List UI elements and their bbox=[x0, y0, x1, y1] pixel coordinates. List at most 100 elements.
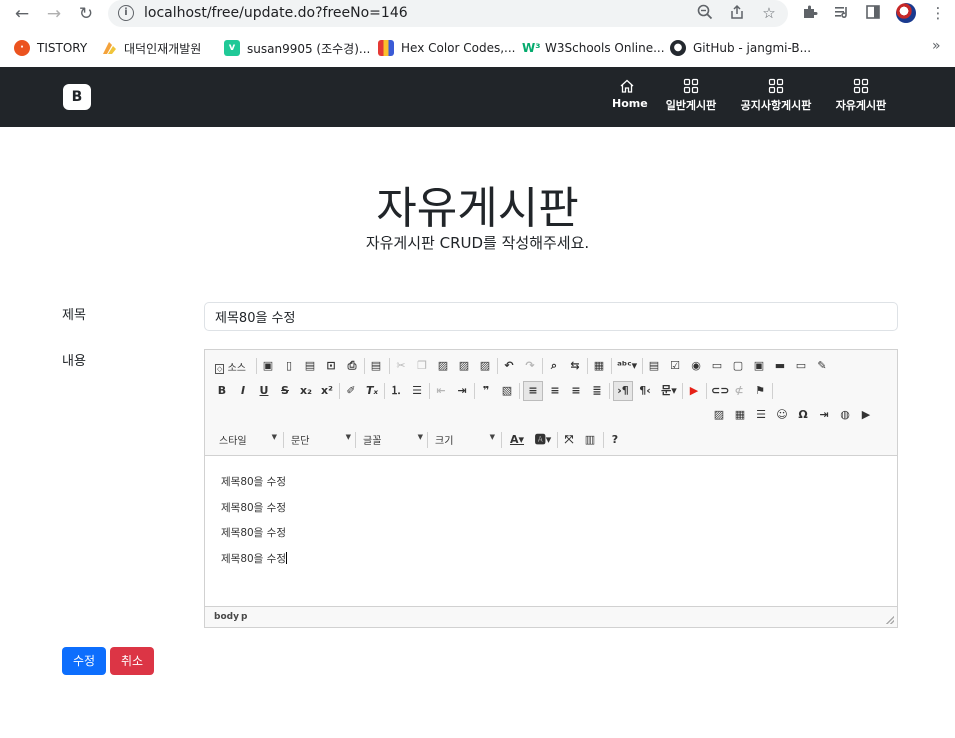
replace-icon[interactable]: ⇆ bbox=[568, 359, 582, 373]
textarea-icon[interactable]: ▢ bbox=[731, 359, 745, 373]
align-right-icon[interactable]: ≡ bbox=[569, 384, 583, 398]
source-button[interactable]: ◇ 소스 bbox=[215, 359, 246, 374]
special-char-icon[interactable]: Ω bbox=[796, 408, 810, 422]
youtube-icon[interactable]: ▶ bbox=[687, 384, 701, 398]
div-container-icon[interactable]: ▧ bbox=[500, 384, 514, 398]
select-field-icon[interactable]: ▣ bbox=[752, 359, 766, 373]
paste-text-icon[interactable]: ▨ bbox=[457, 359, 471, 373]
nav-item-notice-board[interactable]: 공지사항게시판 bbox=[737, 78, 815, 113]
spellcheck-icon[interactable]: ᵃᵇᶜ▾ bbox=[616, 359, 638, 373]
undo-icon[interactable]: ↶ bbox=[502, 359, 516, 373]
help-icon[interactable]: ? bbox=[608, 433, 622, 447]
bookmark-item[interactable]: Hex Color Codes,... bbox=[378, 38, 516, 58]
bookmark-item[interactable]: v susan9905 (조수경)... bbox=[224, 38, 370, 58]
title-input[interactable] bbox=[204, 302, 898, 331]
preview-icon[interactable]: ⊡ bbox=[324, 359, 338, 373]
side-panel-icon[interactable] bbox=[864, 4, 882, 22]
url-text[interactable]: localhost/free/update.do?freeNo=146 bbox=[144, 5, 408, 21]
link-icon[interactable]: ⊂⊃ bbox=[711, 384, 729, 398]
bookmark-item[interactable]: 대덕인재개발원 bbox=[101, 38, 201, 58]
anchor-icon[interactable]: ⚑ bbox=[753, 384, 767, 398]
checkbox-icon[interactable]: ☑ bbox=[668, 359, 682, 373]
indent-icon[interactable]: ⇥ bbox=[455, 384, 469, 398]
bookmark-item[interactable]: W³ W3Schools Online... bbox=[522, 38, 665, 58]
outdent-icon[interactable]: ⇤ bbox=[434, 384, 448, 398]
bold-icon[interactable]: B bbox=[215, 384, 229, 398]
show-blocks-icon[interactable]: ▥ bbox=[583, 433, 597, 447]
image-icon[interactable]: ▨ bbox=[712, 408, 726, 422]
button-field-icon[interactable]: ▬ bbox=[773, 359, 787, 373]
text-direction-rtl-icon[interactable]: ¶‹ bbox=[638, 384, 652, 398]
subscript-icon[interactable]: x₂ bbox=[299, 384, 313, 398]
redo-icon[interactable]: ↷ bbox=[523, 359, 537, 373]
smiley-icon[interactable]: ☺ bbox=[775, 408, 789, 422]
media-queue-icon[interactable] bbox=[833, 4, 851, 22]
text-direction-ltr-icon[interactable]: ›¶ bbox=[613, 381, 633, 401]
horizontal-line-icon[interactable]: ☰ bbox=[754, 408, 768, 422]
unlink-icon[interactable]: ⊄ bbox=[732, 384, 746, 398]
extensions-icon[interactable] bbox=[801, 4, 819, 22]
paste-icon[interactable]: ▨ bbox=[436, 359, 450, 373]
textfield-icon[interactable]: ▭ bbox=[710, 359, 724, 373]
editor-content[interactable]: 제목80을 수정 제목80을 수정 제목80을 수정 제목80을 수정 bbox=[221, 470, 287, 572]
submit-edit-button[interactable]: 수정 bbox=[62, 647, 106, 675]
hidden-field-icon[interactable]: ✎ bbox=[815, 359, 829, 373]
zoom-icon[interactable] bbox=[696, 4, 714, 22]
bookmark-item[interactable]: · TISTORY bbox=[14, 38, 87, 58]
forward-arrow-icon[interactable]: → bbox=[44, 4, 64, 24]
font-combo[interactable]: 글꼴 ▼ bbox=[363, 432, 423, 448]
more-bookmarks-icon[interactable]: » bbox=[932, 38, 941, 54]
back-arrow-icon[interactable]: ← bbox=[12, 4, 32, 24]
remove-format-icon[interactable]: Tₓ bbox=[365, 384, 379, 398]
bulleted-list-icon[interactable]: ☰ bbox=[410, 384, 424, 398]
radio-icon[interactable]: ◉ bbox=[689, 359, 703, 373]
table-icon[interactable]: ▦ bbox=[733, 408, 747, 422]
print-icon[interactable]: ⎙ bbox=[345, 359, 359, 373]
form-icon[interactable]: ▤ bbox=[647, 359, 661, 373]
cut-icon[interactable]: ✂ bbox=[394, 359, 408, 373]
page-break-icon[interactable]: ⇥ bbox=[817, 408, 831, 422]
reload-icon[interactable]: ↻ bbox=[76, 4, 96, 24]
save-icon[interactable]: ▣ bbox=[261, 359, 275, 373]
nav-item-home[interactable]: Home bbox=[612, 78, 648, 110]
copy-icon[interactable]: ❐ bbox=[415, 359, 429, 373]
italic-icon[interactable]: I bbox=[236, 384, 250, 398]
maximize-icon[interactable]: ⤧ bbox=[562, 433, 576, 447]
numbered-list-icon[interactable]: ⒈ bbox=[389, 384, 403, 398]
size-combo[interactable]: 크기 ▼ bbox=[435, 432, 495, 448]
bookmark-item[interactable]: ● GitHub - jangmi-B... bbox=[670, 38, 811, 58]
nav-item-general-board[interactable]: 일반게시판 bbox=[662, 78, 720, 113]
youtube-embed-icon[interactable]: ▶ bbox=[859, 408, 873, 422]
new-page-icon[interactable]: ▯ bbox=[282, 359, 296, 373]
language-icon[interactable]: 문▾ bbox=[659, 384, 679, 398]
site-info-icon[interactable]: i bbox=[118, 5, 134, 21]
superscript-icon[interactable]: x² bbox=[320, 384, 334, 398]
resize-handle-icon[interactable] bbox=[886, 616, 894, 624]
align-center-icon[interactable]: ≡ bbox=[548, 384, 562, 398]
export-pdf-icon[interactable]: ▤ bbox=[303, 359, 317, 373]
text-color-icon[interactable]: A▾ bbox=[507, 433, 527, 447]
address-bar[interactable]: i localhost/free/update.do?freeNo=146 ☆ bbox=[108, 0, 788, 27]
profile-avatar[interactable] bbox=[896, 3, 916, 23]
paste-word-icon[interactable]: ▨ bbox=[478, 359, 492, 373]
brand-logo[interactable]: B bbox=[63, 84, 91, 110]
iframe-icon[interactable]: ◍ bbox=[838, 408, 852, 422]
bg-color-icon[interactable]: 🅰▾ bbox=[533, 433, 553, 447]
paragraph-combo[interactable]: 문단 ▼ bbox=[291, 432, 351, 448]
bookmark-star-icon[interactable]: ☆ bbox=[760, 4, 778, 22]
align-justify-icon[interactable]: ≣ bbox=[590, 384, 604, 398]
align-left-icon[interactable]: ≡ bbox=[523, 381, 543, 401]
cancel-button[interactable]: 취소 bbox=[110, 647, 154, 675]
image-button-icon[interactable]: ▭ bbox=[794, 359, 808, 373]
underline-icon[interactable]: U bbox=[257, 384, 271, 398]
strikethrough-icon[interactable]: S bbox=[278, 384, 292, 398]
find-icon[interactable]: ⌕ bbox=[547, 359, 561, 373]
nav-item-free-board[interactable]: 자유게시판 bbox=[832, 78, 890, 113]
templates-icon[interactable]: ▤ bbox=[369, 359, 383, 373]
path-p[interactable]: p bbox=[241, 612, 247, 622]
path-body[interactable]: body bbox=[214, 612, 239, 622]
share-icon[interactable] bbox=[728, 4, 746, 22]
select-all-icon[interactable]: ▦ bbox=[592, 359, 606, 373]
copy-format-icon[interactable]: ✐ bbox=[344, 384, 358, 398]
menu-kebab-icon[interactable]: ⋮ bbox=[929, 4, 947, 22]
